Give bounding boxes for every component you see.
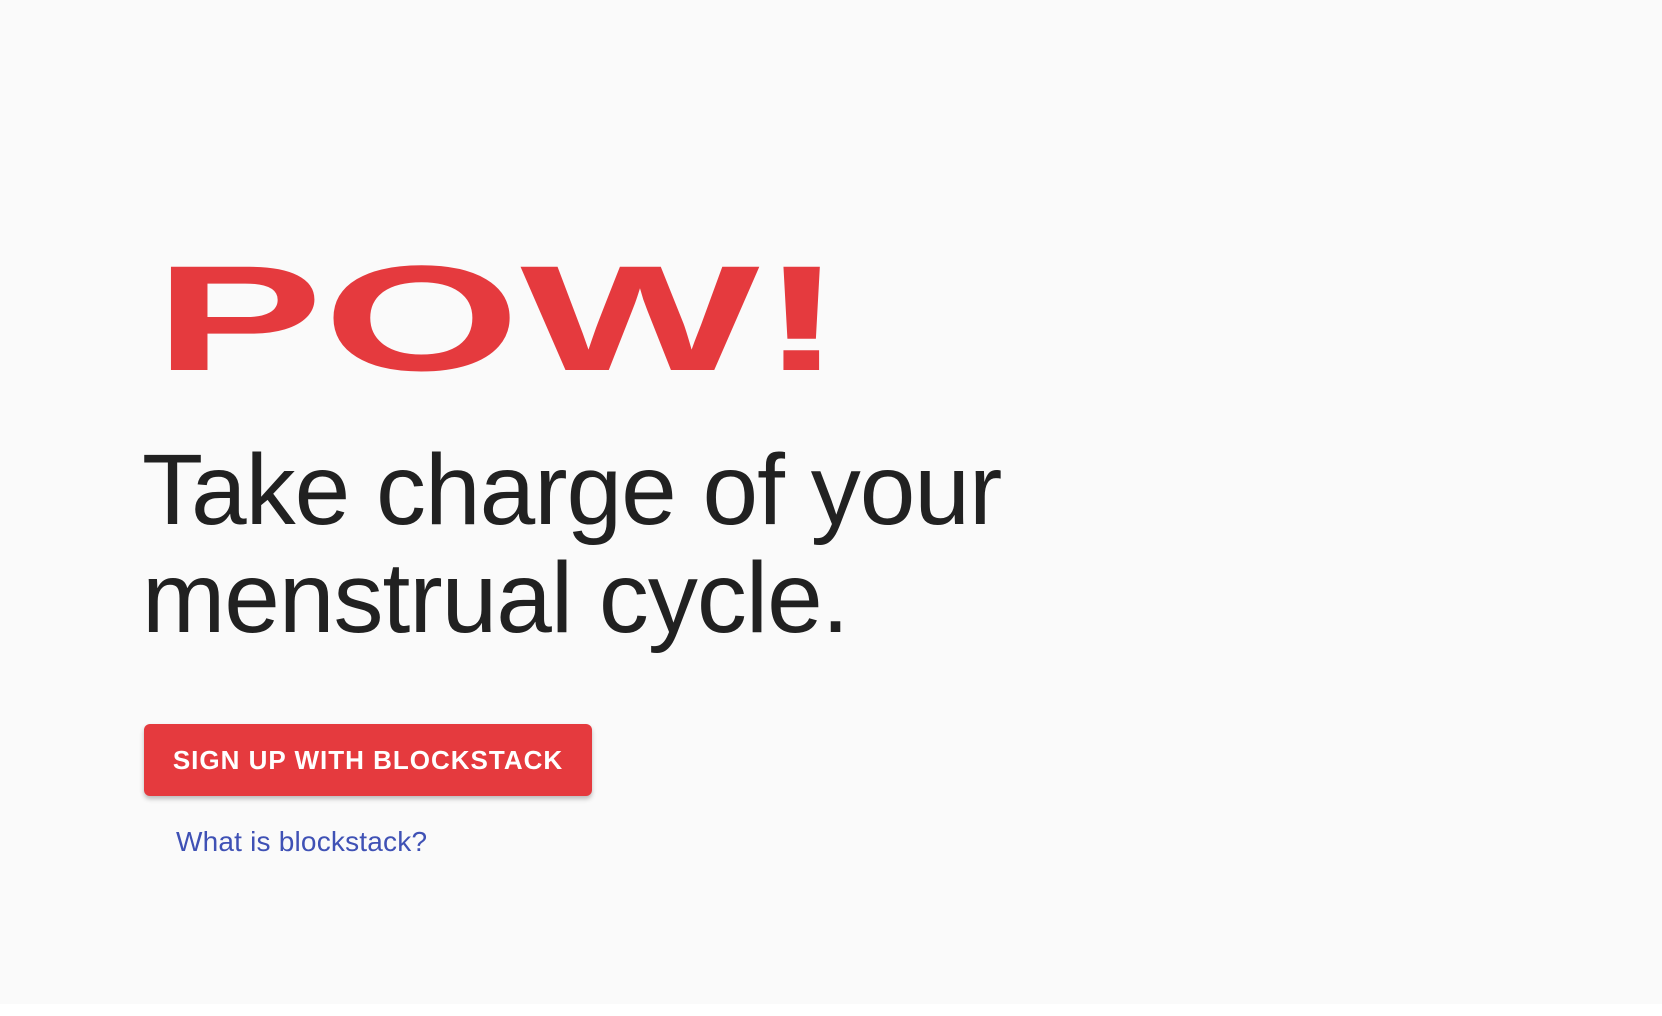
- signup-with-blockstack-button[interactable]: SIGN UP WITH BLOCKSTACK: [144, 724, 592, 796]
- landing-page: POW! Take charge of your menstrual cycle…: [0, 0, 1662, 1004]
- headline-line-1: Take charge of your: [142, 434, 1002, 546]
- pow-logo: POW!: [154, 248, 844, 398]
- what-is-blockstack-link[interactable]: What is blockstack?: [176, 826, 427, 858]
- hero-headline: Take charge of your menstrual cycle.: [142, 436, 1102, 652]
- pow-logo-text: POW!: [154, 248, 844, 398]
- headline-line-2: menstrual cycle.: [142, 542, 849, 654]
